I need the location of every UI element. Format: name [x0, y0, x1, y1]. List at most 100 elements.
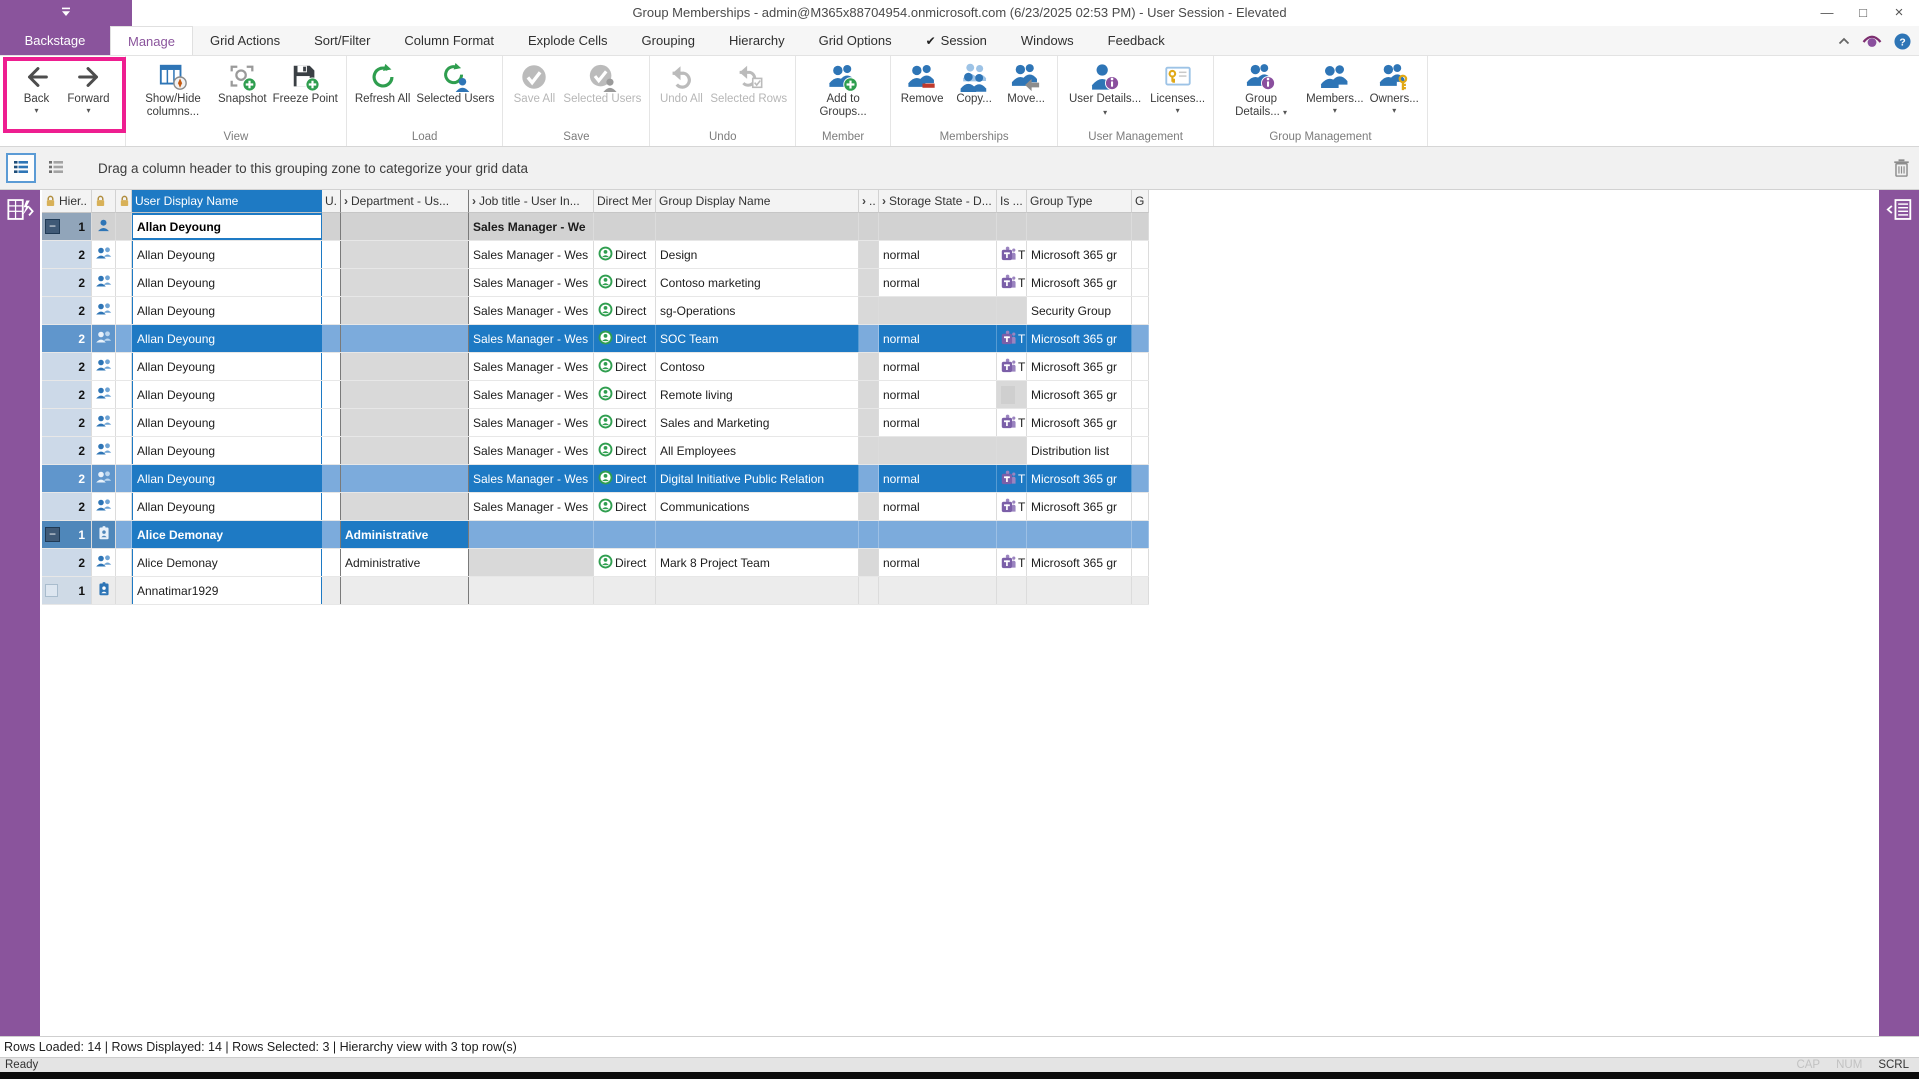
- group-type-cell[interactable]: Microsoft 365 gr: [1027, 353, 1132, 380]
- row-indicator-cell[interactable]: 2: [42, 381, 92, 408]
- direct-member-cell[interactable]: Direct: [594, 353, 656, 380]
- column-header-user-display-name[interactable]: User Display Name: [132, 190, 322, 213]
- field-list-icon[interactable]: [1879, 190, 1919, 221]
- grid-cell[interactable]: [1132, 269, 1149, 296]
- tab-explode-cells[interactable]: Explode Cells: [511, 26, 625, 55]
- grid-cell[interactable]: [859, 269, 879, 296]
- direct-member-cell[interactable]: Direct: [594, 297, 656, 324]
- grid-row[interactable]: 2Allan DeyoungSales Manager - WesDirectA…: [42, 437, 1149, 465]
- right-collapsed-panel[interactable]: [1879, 190, 1919, 1036]
- dropdown-caret-icon[interactable]: ▾: [1333, 106, 1337, 115]
- user-display-name-cell[interactable]: Allan Deyoung: [132, 381, 322, 408]
- grid-cell[interactable]: [594, 577, 656, 604]
- grid-cell[interactable]: [1132, 325, 1149, 352]
- grid-cell[interactable]: [322, 493, 341, 520]
- column-header-job-title-user-in[interactable]: ›Job title - User In...: [469, 190, 594, 213]
- user-display-name-cell[interactable]: Allan Deyoung: [132, 297, 322, 324]
- freeze-point-button[interactable]: Freeze Point: [270, 57, 341, 106]
- is-teams-cell[interactable]: T: [997, 549, 1027, 576]
- storage-state-cell[interactable]: normal: [879, 465, 997, 492]
- clear-grouping-trash-icon[interactable]: [1893, 158, 1910, 181]
- members-button[interactable]: Members...▾: [1303, 57, 1367, 115]
- group-type-cell[interactable]: Microsoft 365 gr: [1027, 241, 1132, 268]
- grid-row[interactable]: 2Allan DeyoungSales Manager - WesDirectS…: [42, 409, 1149, 437]
- close-icon[interactable]: ×: [1881, 0, 1917, 26]
- grid-cell[interactable]: [116, 409, 132, 436]
- tab-manage[interactable]: Manage: [110, 26, 193, 55]
- is-teams-cell[interactable]: [997, 381, 1027, 408]
- grid-cell[interactable]: [322, 465, 341, 492]
- grid-cell[interactable]: [322, 577, 341, 604]
- user-details-button[interactable]: User Details... ▾: [1063, 57, 1147, 119]
- move-button[interactable]: Move...: [1000, 57, 1052, 106]
- group-type-cell[interactable]: Microsoft 365 gr: [1027, 493, 1132, 520]
- job-title-cell[interactable]: Sales Manager - Wes: [469, 465, 594, 492]
- user-display-name-cell[interactable]: Allan Deyoung: [132, 465, 322, 492]
- row-indicator-cell[interactable]: 2: [42, 325, 92, 352]
- group-display-name-cell[interactable]: Contoso marketing: [656, 269, 859, 296]
- storage-state-cell[interactable]: [879, 521, 997, 548]
- grid-cell[interactable]: [116, 297, 132, 324]
- group-type-cell[interactable]: [1027, 213, 1132, 240]
- grid-cell[interactable]: [594, 521, 656, 548]
- is-teams-cell[interactable]: T: [997, 465, 1027, 492]
- row-indicator-cell[interactable]: −1: [42, 521, 92, 548]
- user-display-name-cell[interactable]: Allan Deyoung: [132, 353, 322, 380]
- grid-cell[interactable]: [859, 241, 879, 268]
- copy-button[interactable]: Copy...: [948, 57, 1000, 106]
- group-display-name-cell[interactable]: Digital Initiative Public Relation: [656, 465, 859, 492]
- grid-cell[interactable]: [859, 493, 879, 520]
- department-cell[interactable]: [341, 409, 469, 436]
- collapse-ribbon-icon[interactable]: [1838, 37, 1850, 45]
- column-header-group-type[interactable]: Group Type: [1027, 190, 1132, 213]
- column-header-u[interactable]: U...: [322, 190, 341, 213]
- is-teams-cell[interactable]: T: [997, 269, 1027, 296]
- column-header-group-display-name[interactable]: Group Display Name: [656, 190, 859, 213]
- grid-cell[interactable]: [859, 409, 879, 436]
- department-cell[interactable]: [341, 213, 469, 240]
- grid-cell[interactable]: [116, 241, 132, 268]
- grid-cell[interactable]: [1132, 353, 1149, 380]
- grid-cell[interactable]: [116, 577, 132, 604]
- department-cell[interactable]: [341, 241, 469, 268]
- group-type-cell[interactable]: Microsoft 365 gr: [1027, 269, 1132, 296]
- job-title-cell[interactable]: [469, 577, 594, 604]
- group-type-cell[interactable]: Distribution list: [1027, 437, 1132, 464]
- grid-cell[interactable]: [322, 437, 341, 464]
- add-to-groups-button[interactable]: Add to Groups...: [801, 57, 885, 119]
- direct-member-cell[interactable]: Direct: [594, 325, 656, 352]
- grouping-zone[interactable]: Drag a column header to this grouping zo…: [0, 147, 1919, 190]
- snapshot-button[interactable]: Snapshot: [215, 57, 270, 106]
- user-display-name-cell[interactable]: Allan Deyoung: [132, 269, 322, 296]
- direct-member-cell[interactable]: Direct: [594, 241, 656, 268]
- group-display-name-cell[interactable]: Design: [656, 241, 859, 268]
- department-cell[interactable]: Administrative: [341, 521, 469, 548]
- owners-button[interactable]: Owners...▾: [1367, 57, 1422, 115]
- department-cell[interactable]: [341, 353, 469, 380]
- user-display-name-cell[interactable]: Annatimar1929: [132, 577, 322, 604]
- group-display-name-cell[interactable]: All Employees: [656, 437, 859, 464]
- grid-cell[interactable]: [116, 269, 132, 296]
- grid-row[interactable]: 2Allan DeyoungSales Manager - WesDirectD…: [42, 241, 1149, 269]
- department-cell[interactable]: [341, 381, 469, 408]
- user-display-name-cell[interactable]: Allan Deyoung: [132, 437, 322, 464]
- grid-cell[interactable]: [322, 213, 341, 240]
- column-header-g[interactable]: G...: [1132, 190, 1149, 213]
- dropdown-icon[interactable]: [61, 6, 71, 20]
- selected-users-button[interactable]: Selected Users: [413, 57, 497, 106]
- is-teams-cell[interactable]: [997, 213, 1027, 240]
- grid-cell[interactable]: [859, 521, 879, 548]
- grid-cell[interactable]: [1132, 521, 1149, 548]
- column-header-department-us[interactable]: ›Department - Us...: [341, 190, 469, 213]
- grid-row[interactable]: 1Annatimar1929: [42, 577, 1149, 605]
- direct-member-cell[interactable]: Direct: [594, 465, 656, 492]
- row-indicator-cell[interactable]: 2: [42, 409, 92, 436]
- grid-cell[interactable]: [859, 577, 879, 604]
- tab-session[interactable]: ✔Session: [909, 26, 1004, 55]
- storage-state-cell[interactable]: normal: [879, 353, 997, 380]
- storage-state-cell[interactable]: normal: [879, 325, 997, 352]
- row-indicator-cell[interactable]: 2: [42, 465, 92, 492]
- is-teams-cell[interactable]: T: [997, 409, 1027, 436]
- tab-grouping[interactable]: Grouping: [625, 26, 712, 55]
- grid-cell[interactable]: [1132, 577, 1149, 604]
